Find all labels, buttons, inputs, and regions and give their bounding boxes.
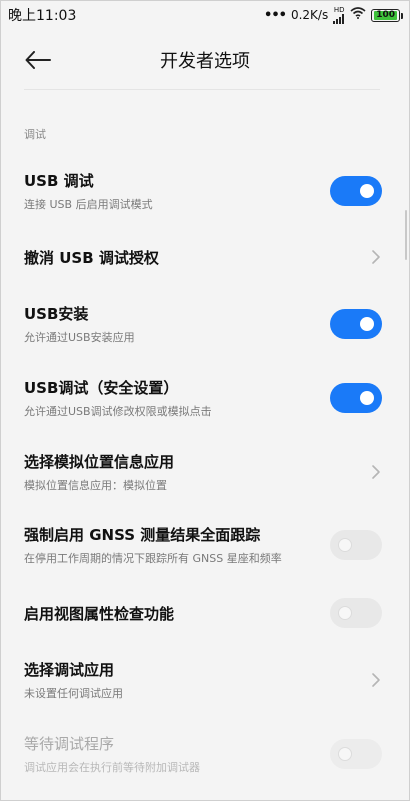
setting-title: 选择调试应用 bbox=[24, 661, 115, 679]
setting-wait-for-debugger: 等待调试程序 调试应用会在执行前等待附加调试器 bbox=[0, 726, 410, 782]
setting-subtitle: 调试应用会在执行前等待附加调试器 bbox=[24, 761, 200, 774]
toggle-knob bbox=[338, 538, 352, 552]
setting-subtitle: 连接 USB 后启用调试模式 bbox=[24, 198, 153, 211]
notification-dots: ••• bbox=[264, 7, 287, 23]
chevron-right-icon bbox=[372, 673, 380, 687]
toggle-knob bbox=[360, 317, 374, 331]
gnss-tracking-toggle[interactable] bbox=[330, 530, 382, 560]
setting-subtitle: 在停用工作周期的情况下跟踪所有 GNSS 星座和频率 bbox=[24, 552, 282, 565]
toggle-knob bbox=[360, 184, 374, 198]
setting-view-attribute-inspection[interactable]: 启用视图属性检查功能 bbox=[0, 589, 410, 637]
usb-install-toggle[interactable] bbox=[330, 309, 382, 339]
setting-title: USB调试（安全设置） bbox=[24, 379, 179, 397]
view-attribute-toggle[interactable] bbox=[330, 598, 382, 628]
setting-title: 等待调试程序 bbox=[24, 735, 115, 753]
usb-debugging-toggle[interactable] bbox=[330, 176, 382, 206]
status-time: 晚上11:03 bbox=[8, 8, 77, 24]
setting-usb-debugging[interactable]: USB 调试 连接 USB 后启用调试模式 bbox=[0, 163, 410, 219]
setting-title: 撤消 USB 调试授权 bbox=[24, 248, 159, 267]
toggle-knob bbox=[360, 391, 374, 405]
setting-title: USB安装 bbox=[24, 305, 89, 323]
back-arrow-icon bbox=[25, 51, 51, 69]
chevron-right-icon bbox=[372, 250, 380, 264]
setting-title: USB 调试 bbox=[24, 172, 94, 190]
battery-level: 100 bbox=[374, 9, 397, 20]
wifi-icon bbox=[350, 7, 366, 23]
setting-title: 强制启用 GNSS 测量结果全面跟踪 bbox=[24, 526, 261, 544]
header-divider bbox=[24, 89, 380, 90]
usb-debugging-security-toggle[interactable] bbox=[330, 383, 382, 413]
hd-label: HD bbox=[333, 5, 345, 14]
back-button[interactable] bbox=[24, 48, 52, 72]
scrollbar[interactable] bbox=[405, 210, 407, 260]
signal-icon: HD bbox=[333, 5, 345, 24]
chevron-right-icon bbox=[372, 465, 380, 479]
setting-subtitle: 未设置任何调试应用 bbox=[24, 687, 123, 700]
setting-gnss-tracking[interactable]: 强制启用 GNSS 测量结果全面跟踪 在停用工作周期的情况下跟踪所有 GNSS … bbox=[0, 517, 410, 573]
setting-usb-install[interactable]: USB安装 允许通过USB安装应用 bbox=[0, 296, 410, 352]
setting-subtitle: 模拟位置信息应用：模拟位置 bbox=[24, 479, 167, 492]
page-title: 开发者选项 bbox=[160, 51, 250, 72]
setting-title: 启用视图属性检查功能 bbox=[24, 604, 175, 623]
toggle-knob bbox=[338, 606, 352, 620]
battery-icon: 100 bbox=[371, 8, 403, 22]
status-bar: 晚上11:03 ••• 0.2K/s HD 100 bbox=[0, 0, 410, 30]
setting-mock-location-app[interactable]: 选择模拟位置信息应用 模拟位置信息应用：模拟位置 bbox=[0, 444, 410, 500]
status-icons: ••• 0.2K/s HD 100 bbox=[264, 5, 403, 24]
wait-for-debugger-toggle bbox=[330, 739, 382, 769]
setting-title: 选择模拟位置信息应用 bbox=[24, 453, 175, 471]
network-speed: 0.2K/s bbox=[290, 8, 329, 22]
toggle-knob bbox=[338, 747, 352, 761]
setting-subtitle: 允许通过USB安装应用 bbox=[24, 331, 135, 344]
setting-subtitle: 允许通过USB调试修改权限或模拟点击 bbox=[24, 405, 212, 418]
app-header: 开发者选项 bbox=[0, 30, 410, 90]
setting-revoke-usb-auth[interactable]: 撤消 USB 调试授权 bbox=[0, 233, 410, 281]
setting-debug-app[interactable]: 选择调试应用 未设置任何调试应用 bbox=[0, 652, 410, 708]
section-label-debug: 调试 bbox=[24, 128, 46, 141]
setting-usb-debugging-security[interactable]: USB调试（安全设置） 允许通过USB调试修改权限或模拟点击 bbox=[0, 370, 410, 426]
